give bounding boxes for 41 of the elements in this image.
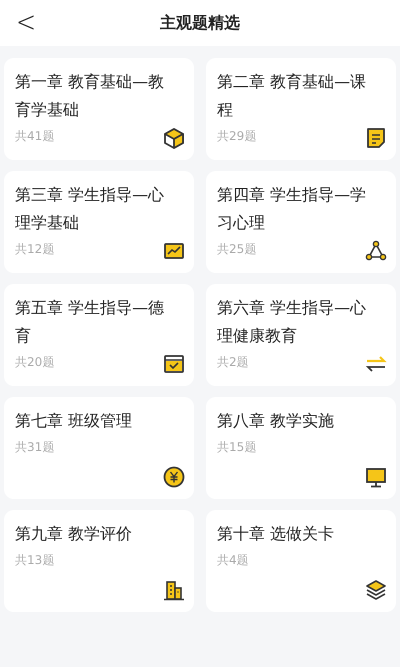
question-count: 共13题: [15, 552, 54, 569]
question-count: 共25题: [217, 241, 256, 258]
chapter-title: 第八章 教学实施: [217, 410, 336, 432]
chapter-title: 第六章 学生指导—心理健康教育: [217, 297, 368, 347]
monitor-icon: [365, 466, 387, 488]
question-count: 共20题: [15, 354, 54, 371]
chapter-card[interactable]: 第八章 教学实施 共15题: [206, 397, 396, 499]
network-icon: [365, 240, 387, 262]
question-count: 共2题: [217, 354, 249, 371]
chapter-card[interactable]: 第三章 学生指导—心理学基础 共12题: [4, 171, 194, 273]
coin-icon: [163, 466, 185, 488]
checklist-icon: [163, 353, 185, 375]
chapter-title: 第五章 学生指导—德育: [15, 297, 166, 347]
chapter-title: 第七章 班级管理: [15, 410, 134, 432]
chapter-title: 第九章 教学评价: [15, 523, 134, 545]
question-count: 共4题: [217, 552, 249, 569]
question-count: 共12题: [15, 241, 54, 258]
question-count: 共15题: [217, 439, 256, 456]
chapter-card[interactable]: 第九章 教学评价 共13题: [4, 510, 194, 612]
chapter-title: 第一章 教育基础—教育学基础: [15, 71, 166, 121]
layers-icon: [365, 579, 387, 601]
building-icon: [163, 579, 185, 601]
chart-icon: [163, 240, 185, 262]
question-count: 共31题: [15, 439, 54, 456]
chapter-card[interactable]: 第五章 学生指导—德育 共20题: [4, 284, 194, 386]
page-title: 主观题精选: [160, 12, 240, 34]
chapter-card[interactable]: 第四章 学生指导—学习心理 共25题: [206, 171, 396, 273]
chapter-title: 第三章 学生指导—心理学基础: [15, 184, 166, 234]
chapter-title: 第二章 教育基础—课程: [217, 71, 368, 121]
cube-icon: [163, 127, 185, 149]
chapter-card[interactable]: 第一章 教育基础—教育学基础 共41题: [4, 58, 194, 160]
chapter-card[interactable]: 第十章 选做关卡 共4题: [206, 510, 396, 612]
question-count: 共41题: [15, 128, 54, 145]
chapter-card[interactable]: 第二章 教育基础—课程 共29题: [206, 58, 396, 160]
chapter-card[interactable]: 第七章 班级管理 共31题: [4, 397, 194, 499]
note-icon: [365, 127, 387, 149]
back-button[interactable]: <: [10, 5, 42, 39]
question-count: 共29题: [217, 128, 256, 145]
chapter-title: 第十章 选做关卡: [217, 523, 336, 545]
chapter-title: 第四章 学生指导—学习心理: [217, 184, 368, 234]
chapter-card[interactable]: 第六章 学生指导—心理健康教育 共2题: [206, 284, 396, 386]
